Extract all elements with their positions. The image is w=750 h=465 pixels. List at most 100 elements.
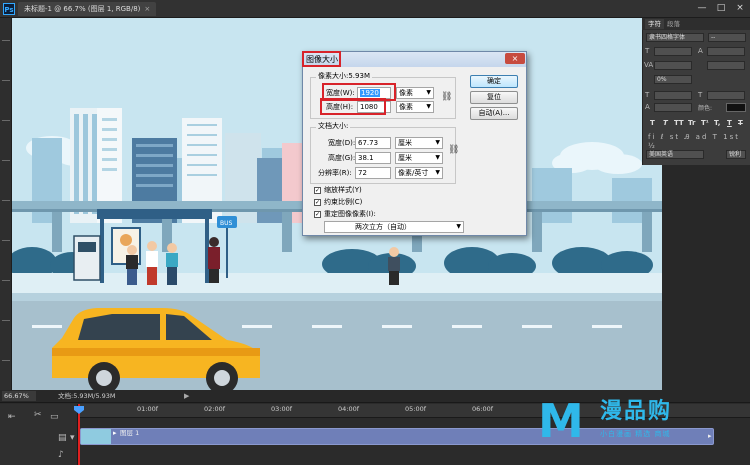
reset-button[interactable]: 复位 (470, 91, 518, 104)
doc-width-unit-select[interactable]: 厘米 ▼ (395, 137, 443, 149)
doc-height-input[interactable]: 38.1 (355, 152, 391, 164)
link-chain-icon: ⛓ (441, 92, 453, 102)
horizontal-scale-icon: T (698, 91, 703, 99)
width-unit-select[interactable]: 像素 ▼ (396, 87, 434, 99)
minimize-icon[interactable]: — (693, 2, 711, 15)
pixel-dimensions-label: 像素大小:5.93M (316, 71, 372, 81)
language-select[interactable]: 美国英语 (646, 150, 704, 159)
faux-bold-button[interactable]: T (650, 119, 655, 127)
resample-checkbox[interactable]: ✓ (314, 211, 321, 218)
font-style-select[interactable]: -- (708, 33, 746, 42)
scissors-icon[interactable]: ✂ (34, 410, 42, 420)
scale-styles-label: 缩放样式(Y) (324, 186, 362, 194)
doc-width-input[interactable]: 67.73 (355, 137, 391, 149)
tab-character[interactable]: 字符 (645, 19, 664, 29)
height-unit-select[interactable]: 像素 ▼ (396, 101, 434, 113)
height-highlight-box (320, 98, 386, 115)
leading-field[interactable] (707, 47, 745, 56)
zoom-level-field[interactable]: 66.67% (2, 391, 36, 401)
color-label: 颜色: (698, 105, 713, 112)
transition-effects-icon[interactable]: ▭ (50, 412, 59, 422)
chevron-down-icon: ▼ (426, 89, 431, 96)
photoshop-logo: Ps (3, 3, 15, 15)
resample-label: 重定图像像素(I): (324, 210, 376, 218)
auto-button[interactable]: 自动(A)... (470, 107, 518, 120)
doc-height-unit-select[interactable]: 厘米 ▼ (395, 152, 443, 164)
chevron-right-icon[interactable]: ▶ (184, 390, 189, 402)
font-size-icon: T (645, 47, 650, 55)
resolution-input[interactable]: 72 (355, 167, 391, 179)
ruler-tick (2, 240, 10, 241)
watermark-logo: M (538, 394, 584, 448)
document-tab[interactable]: 未标题-1 @ 66.7% (图层 1, RGB/8) × (18, 2, 157, 16)
baseline-shift-icon: A (645, 103, 650, 111)
font-size-field[interactable] (654, 47, 692, 56)
tracking-field[interactable] (707, 61, 745, 70)
chevron-down-icon: ▼ (435, 154, 440, 161)
audio-icon[interactable]: ♪ (58, 450, 64, 460)
resolution-label: 分辨率(R): (318, 169, 352, 177)
opentype-buttons-row[interactable]: fi ℓ st Ꭿ ad T 1st ½ (648, 133, 744, 150)
horizontal-scale-field[interactable] (654, 91, 692, 100)
baseline-field[interactable] (707, 91, 745, 100)
close-tab-icon[interactable]: × (144, 5, 150, 13)
width-unit-value: 像素 (399, 89, 413, 97)
all-caps-button[interactable]: TT (674, 119, 684, 127)
close-window-icon[interactable]: × (731, 2, 749, 15)
scale-styles-checkbox[interactable]: ✓ (314, 187, 321, 194)
kerning-field[interactable] (654, 61, 692, 70)
height-unit-value: 像素 (399, 103, 413, 111)
time-marker: 01:00f (137, 405, 159, 413)
time-marker: 04:00f (338, 405, 360, 413)
font-family-select[interactable]: 隶书四格字体 (646, 33, 704, 42)
vertical-scale-icon: T (645, 91, 650, 99)
tracking-icon: VA (644, 61, 654, 69)
small-caps-button[interactable]: Tr (688, 119, 695, 127)
resolution-unit-select[interactable]: 像素/英寸 ▼ (395, 167, 443, 179)
vertical-scale-field[interactable]: 0% (654, 75, 692, 84)
vertical-ruler[interactable] (0, 18, 12, 390)
doc-width-label: 宽度(D): (328, 139, 356, 147)
constrain-proportions-label: 约束比例(C) (324, 198, 363, 206)
chevron-down-icon[interactable]: ▾ (70, 433, 75, 443)
subscript-button[interactable]: T, (714, 119, 720, 127)
title-highlight-box (302, 51, 341, 67)
text-color-swatch[interactable] (726, 103, 746, 112)
strikethrough-button[interactable]: T (738, 119, 743, 127)
ruler-tick (2, 280, 10, 281)
document-tab-title: 未标题-1 @ 66.7% (图层 1, RGB/8) (24, 5, 141, 13)
ruler-tick (2, 160, 10, 161)
document-size-label: 文档大小: (316, 121, 351, 131)
bus-sign-label: BUS (220, 220, 233, 227)
clip-thumbnail (81, 429, 111, 444)
chevron-down-icon: ▼ (426, 103, 431, 110)
resample-method-value: 两次立方（自动） (355, 223, 411, 231)
dialog-close-icon[interactable]: × (505, 53, 525, 64)
superscript-button[interactable]: T¹ (701, 119, 709, 127)
clip-layer-label: 图层 1 (120, 429, 140, 437)
watermark-name: 漫品购 (600, 399, 673, 424)
film-track-icon[interactable]: ▤ (58, 433, 67, 443)
ruler-tick (2, 320, 10, 321)
anti-alias-select[interactable]: 锐利 (726, 150, 746, 159)
underline-button[interactable]: T (727, 119, 732, 127)
document-info[interactable]: 文档:5.93M/5.93M (58, 390, 116, 402)
faux-italic-button[interactable]: T (663, 119, 668, 127)
ruler-tick (2, 200, 10, 201)
ruler-tick (2, 40, 10, 41)
expand-clip-icon[interactable]: ▸ (113, 429, 117, 437)
resample-method-select[interactable]: 两次立方（自动） ▼ (324, 221, 464, 233)
baseline-shift-field[interactable] (654, 103, 692, 112)
transition-icon[interactable]: ⇤ (8, 412, 16, 422)
constrain-proportions-checkbox[interactable]: ✓ (314, 199, 321, 206)
tab-paragraph[interactable]: 段落 (664, 19, 683, 29)
time-marker: 02:00f (204, 405, 226, 413)
ok-button[interactable]: 确定 (470, 75, 518, 88)
doc-width-unit-value: 厘米 (398, 139, 412, 147)
link-chain-icon: ⛓ (448, 145, 460, 155)
chevron-down-icon: ▼ (456, 223, 461, 230)
maximize-icon[interactable]: □ (712, 2, 730, 15)
resolution-unit-value: 像素/英寸 (398, 169, 429, 177)
clip-end-arrow-icon[interactable]: ▸ (708, 432, 712, 440)
time-marker: 05:00f (405, 405, 427, 413)
